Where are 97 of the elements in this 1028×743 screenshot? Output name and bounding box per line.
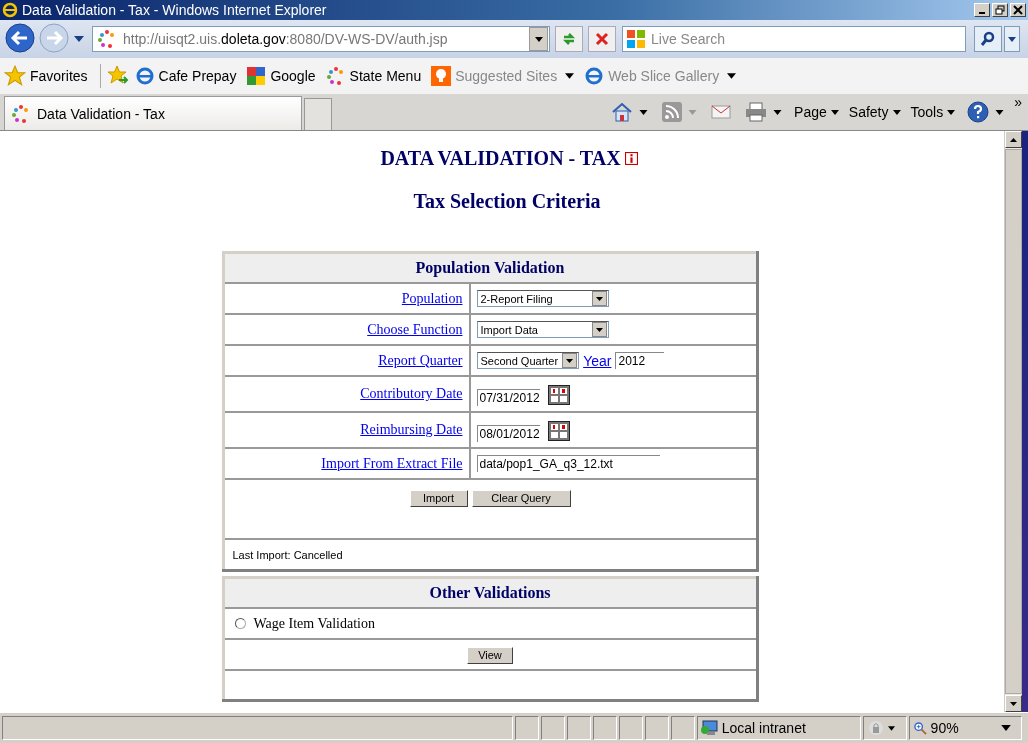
stop-icon [594,31,610,47]
status-bar-panel [670,716,695,740]
caret-icon [727,73,737,79]
close-icon [1013,5,1023,15]
refresh-icon [561,31,577,47]
dots-icon [325,66,346,86]
command-menu[interactable]: Page [792,104,841,120]
browser-logo-icon [584,66,605,86]
restore-button[interactable] [992,3,1008,17]
search-field[interactable]: Live Search [622,26,966,52]
vertical-scrollbar[interactable] [1004,131,1022,712]
field-label-link[interactable]: Population [401,290,463,306]
form-button[interactable]: Import [409,489,468,507]
favorites-link[interactable]: Google [246,66,320,86]
site-icon [97,29,117,49]
caret-icon [773,109,783,115]
field-label-link[interactable]: Year [583,352,612,369]
zoom-icon[interactable] [913,721,927,735]
caret-icon [595,327,603,332]
year-field[interactable]: 2012 [615,352,665,369]
caret-icon [892,109,901,115]
date-field[interactable]: 08/01/2012 [476,424,540,442]
rss-icon [662,102,683,122]
caret-icon [534,36,543,42]
caret-icon [947,109,956,115]
status-bar-panel [566,716,591,740]
form-button[interactable]: Clear Query [471,489,571,507]
envelope-icon [711,105,732,119]
security-zone: Local intranet [721,720,806,736]
favorites-link[interactable]: Cafe Prepay [134,66,241,86]
caret-icon[interactable] [74,36,84,42]
dropdown-select[interactable]: 2-Report Filing [476,290,609,307]
home-icon [611,102,634,122]
field-label-link[interactable]: Contributory Date [360,386,463,401]
zoom-level[interactable]: 90% [930,720,959,736]
dots-icon [11,103,31,124]
search-options-button[interactable] [1004,26,1020,52]
minimize-button[interactable] [974,3,990,17]
stop-button[interactable] [588,26,616,52]
dropdown-select[interactable]: Import Data [476,321,609,338]
windows-flag-icon [626,29,646,49]
favorites-link[interactable]: State Menu [325,66,426,86]
search-icon [980,31,996,47]
import-status: Last Import: Cancelled [232,548,343,561]
field-label-link[interactable]: Report Quarter [378,352,463,368]
info-icon[interactable] [624,152,638,165]
status-bar-panel [618,716,643,740]
browser-logo-icon [134,66,155,86]
form-button[interactable]: View [467,646,513,664]
radio-label: Wage Item Validation [253,615,375,632]
calendar-icon[interactable] [547,420,570,441]
back-button[interactable] [4,23,36,55]
page-title: DATA VALIDATION - TAX [380,147,621,170]
caret-icon [688,109,698,115]
dropdown-button[interactable] [529,27,548,51]
up-arrow-icon [1010,137,1017,142]
star-icon [4,65,26,87]
page-subtitle: Tax Selection Criteria [413,190,601,213]
colored-squares-icon [246,66,267,86]
command-menu[interactable]: Safety [846,104,903,120]
caret-icon [566,358,574,363]
caret-icon [565,73,575,79]
panel-heading: Population Validation [223,252,757,283]
status-bar-panel [644,716,669,740]
caret-icon [995,109,1005,115]
favorites-button[interactable]: Favorites [4,65,94,87]
refresh-button[interactable] [555,26,583,52]
caret-icon [595,296,603,301]
caret-icon[interactable] [1001,725,1011,731]
panel-heading: Other Validations [223,577,757,608]
more-commands-button[interactable]: » [1014,94,1022,110]
minimize-icon [979,12,985,14]
restore-icon [995,5,1005,15]
date-field[interactable]: 07/31/2012 [476,388,540,406]
browser-logo-icon [2,2,18,18]
caret-icon [830,109,839,115]
search-button[interactable] [974,26,1002,52]
field-label-link[interactable]: Reimbursing Date [360,422,463,437]
lightbulb-icon [431,66,452,86]
down-arrow-icon [1010,701,1017,706]
window-title: Data Validation - Tax - Windows Internet Explorer [22,2,328,18]
status-bar-panel [540,716,565,740]
command-menu[interactable]: Tools [908,104,958,120]
close-button[interactable] [1010,3,1026,17]
network-computer-icon [699,720,718,736]
radio-button[interactable] [234,618,246,629]
browser-tab[interactable]: Data Validation - Tax [4,96,302,130]
dropdown-select[interactable]: Second Quarter [476,352,580,369]
add-favorite-icon[interactable] [106,65,129,87]
address-field[interactable]: http://uisqt2.uis.doleta.gov:8080/DV-WS-DV/auth.jsp [92,26,550,52]
status-bar-panel [592,716,617,740]
caret-icon [639,109,649,115]
caret-icon[interactable] [887,725,895,731]
caret-icon [1008,36,1016,42]
calendar-icon[interactable] [547,384,570,405]
help-icon [967,101,990,123]
printer-icon [745,102,768,122]
